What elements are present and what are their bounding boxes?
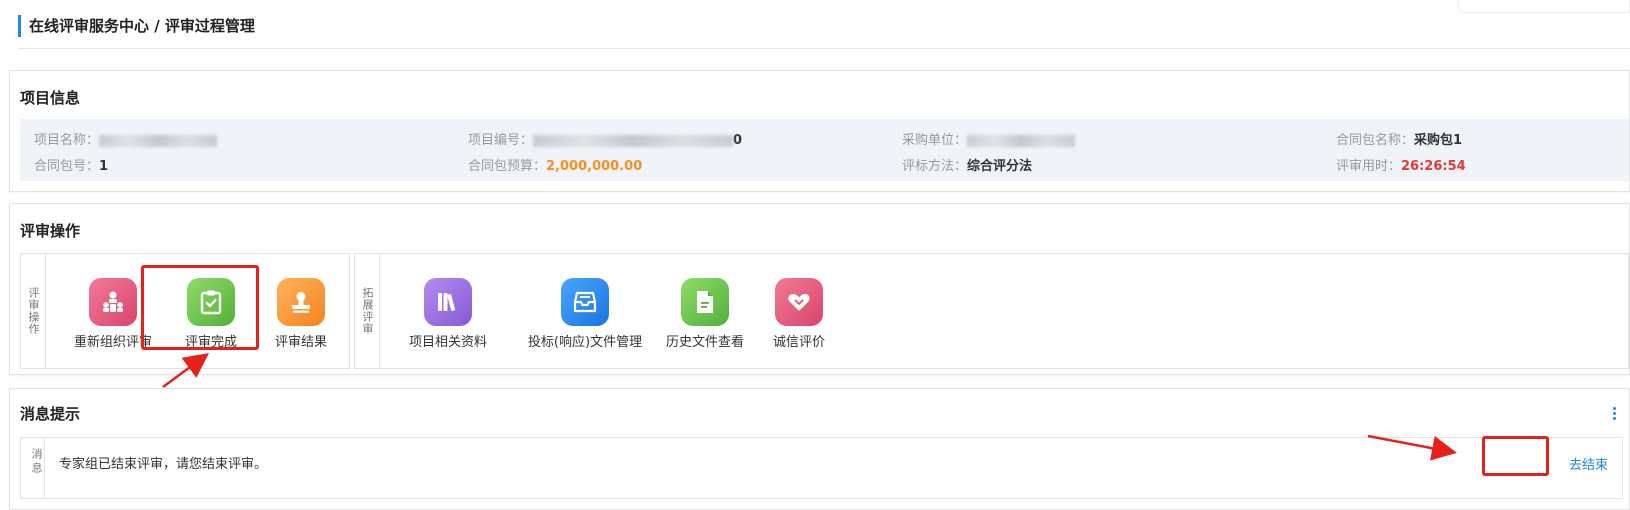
arrow-to-review-complete (162, 353, 210, 389)
arrow-to-go-finish (1367, 434, 1457, 461)
annotation-arrows (162, 353, 1457, 461)
